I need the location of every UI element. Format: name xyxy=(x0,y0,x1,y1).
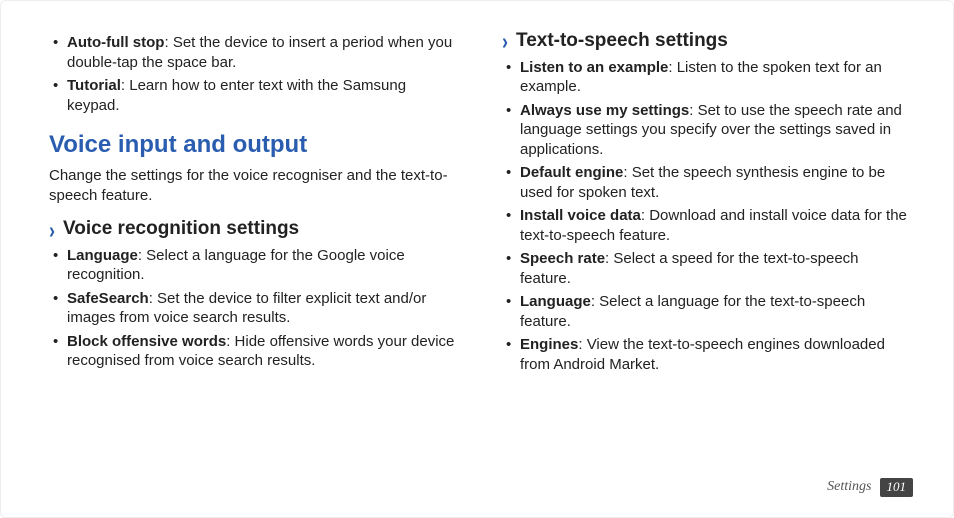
bullet-term: SafeSearch xyxy=(67,290,149,307)
bullet-term: Engines xyxy=(520,336,578,353)
list-item: Language: Select a language for the text… xyxy=(502,292,913,331)
subheading-label: Text-to-speech settings xyxy=(516,29,728,54)
bullet-term: Block offensive words xyxy=(67,333,226,350)
columns: Auto-full stop: Set the device to insert… xyxy=(49,29,913,468)
bullet-term: Speech rate xyxy=(520,250,605,267)
bullet-term: Listen to an example xyxy=(520,59,668,76)
list-item: Always use my settings: Set to use the s… xyxy=(502,101,913,160)
page: Auto-full stop: Set the device to insert… xyxy=(0,0,954,518)
page-number: 101 xyxy=(880,478,914,497)
bullet-term: Language xyxy=(520,293,591,310)
list-item: Auto-full stop: Set the device to insert… xyxy=(49,33,460,72)
list-item: Tutorial: Learn how to enter text with t… xyxy=(49,76,460,115)
footer-section-label: Settings xyxy=(827,478,871,496)
list-item: Engines: View the text-to-speech engines… xyxy=(502,335,913,374)
subheading-voice-recognition: › Voice recognition settings xyxy=(49,217,460,242)
tts-bullet-list: Listen to an example: Listen to the spok… xyxy=(502,58,913,375)
left-top-bullet-list: Auto-full stop: Set the device to insert… xyxy=(49,33,460,115)
voice-recognition-bullet-list: Language: Select a language for the Goog… xyxy=(49,246,460,371)
bullet-term: Install voice data xyxy=(520,207,641,224)
left-column: Auto-full stop: Set the device to insert… xyxy=(49,29,460,468)
bullet-term: Language xyxy=(67,247,138,264)
section-intro: Change the settings for the voice recogn… xyxy=(49,166,460,205)
list-item: Default engine: Set the speech synthesis… xyxy=(502,163,913,202)
page-footer: Settings 101 xyxy=(49,468,913,497)
subheading-tts: › Text-to-speech settings xyxy=(502,29,913,54)
bullet-term: Default engine xyxy=(520,164,623,181)
chevron-icon: › xyxy=(502,30,508,53)
list-item: Speech rate: Select a speed for the text… xyxy=(502,249,913,288)
list-item: Install voice data: Download and install… xyxy=(502,206,913,245)
bullet-term: Auto-full stop xyxy=(67,34,164,51)
list-item: Language: Select a language for the Goog… xyxy=(49,246,460,285)
bullet-term: Always use my settings xyxy=(520,102,689,119)
chevron-icon: › xyxy=(49,218,55,241)
bullet-term: Tutorial xyxy=(67,77,121,94)
list-item: SafeSearch: Set the device to filter exp… xyxy=(49,289,460,328)
list-item: Listen to an example: Listen to the spok… xyxy=(502,58,913,97)
section-title-voice-io: Voice input and output xyxy=(49,129,460,160)
right-column: › Text-to-speech settings Listen to an e… xyxy=(502,29,913,468)
subheading-label: Voice recognition settings xyxy=(63,217,299,242)
list-item: Block offensive words: Hide offensive wo… xyxy=(49,332,460,371)
